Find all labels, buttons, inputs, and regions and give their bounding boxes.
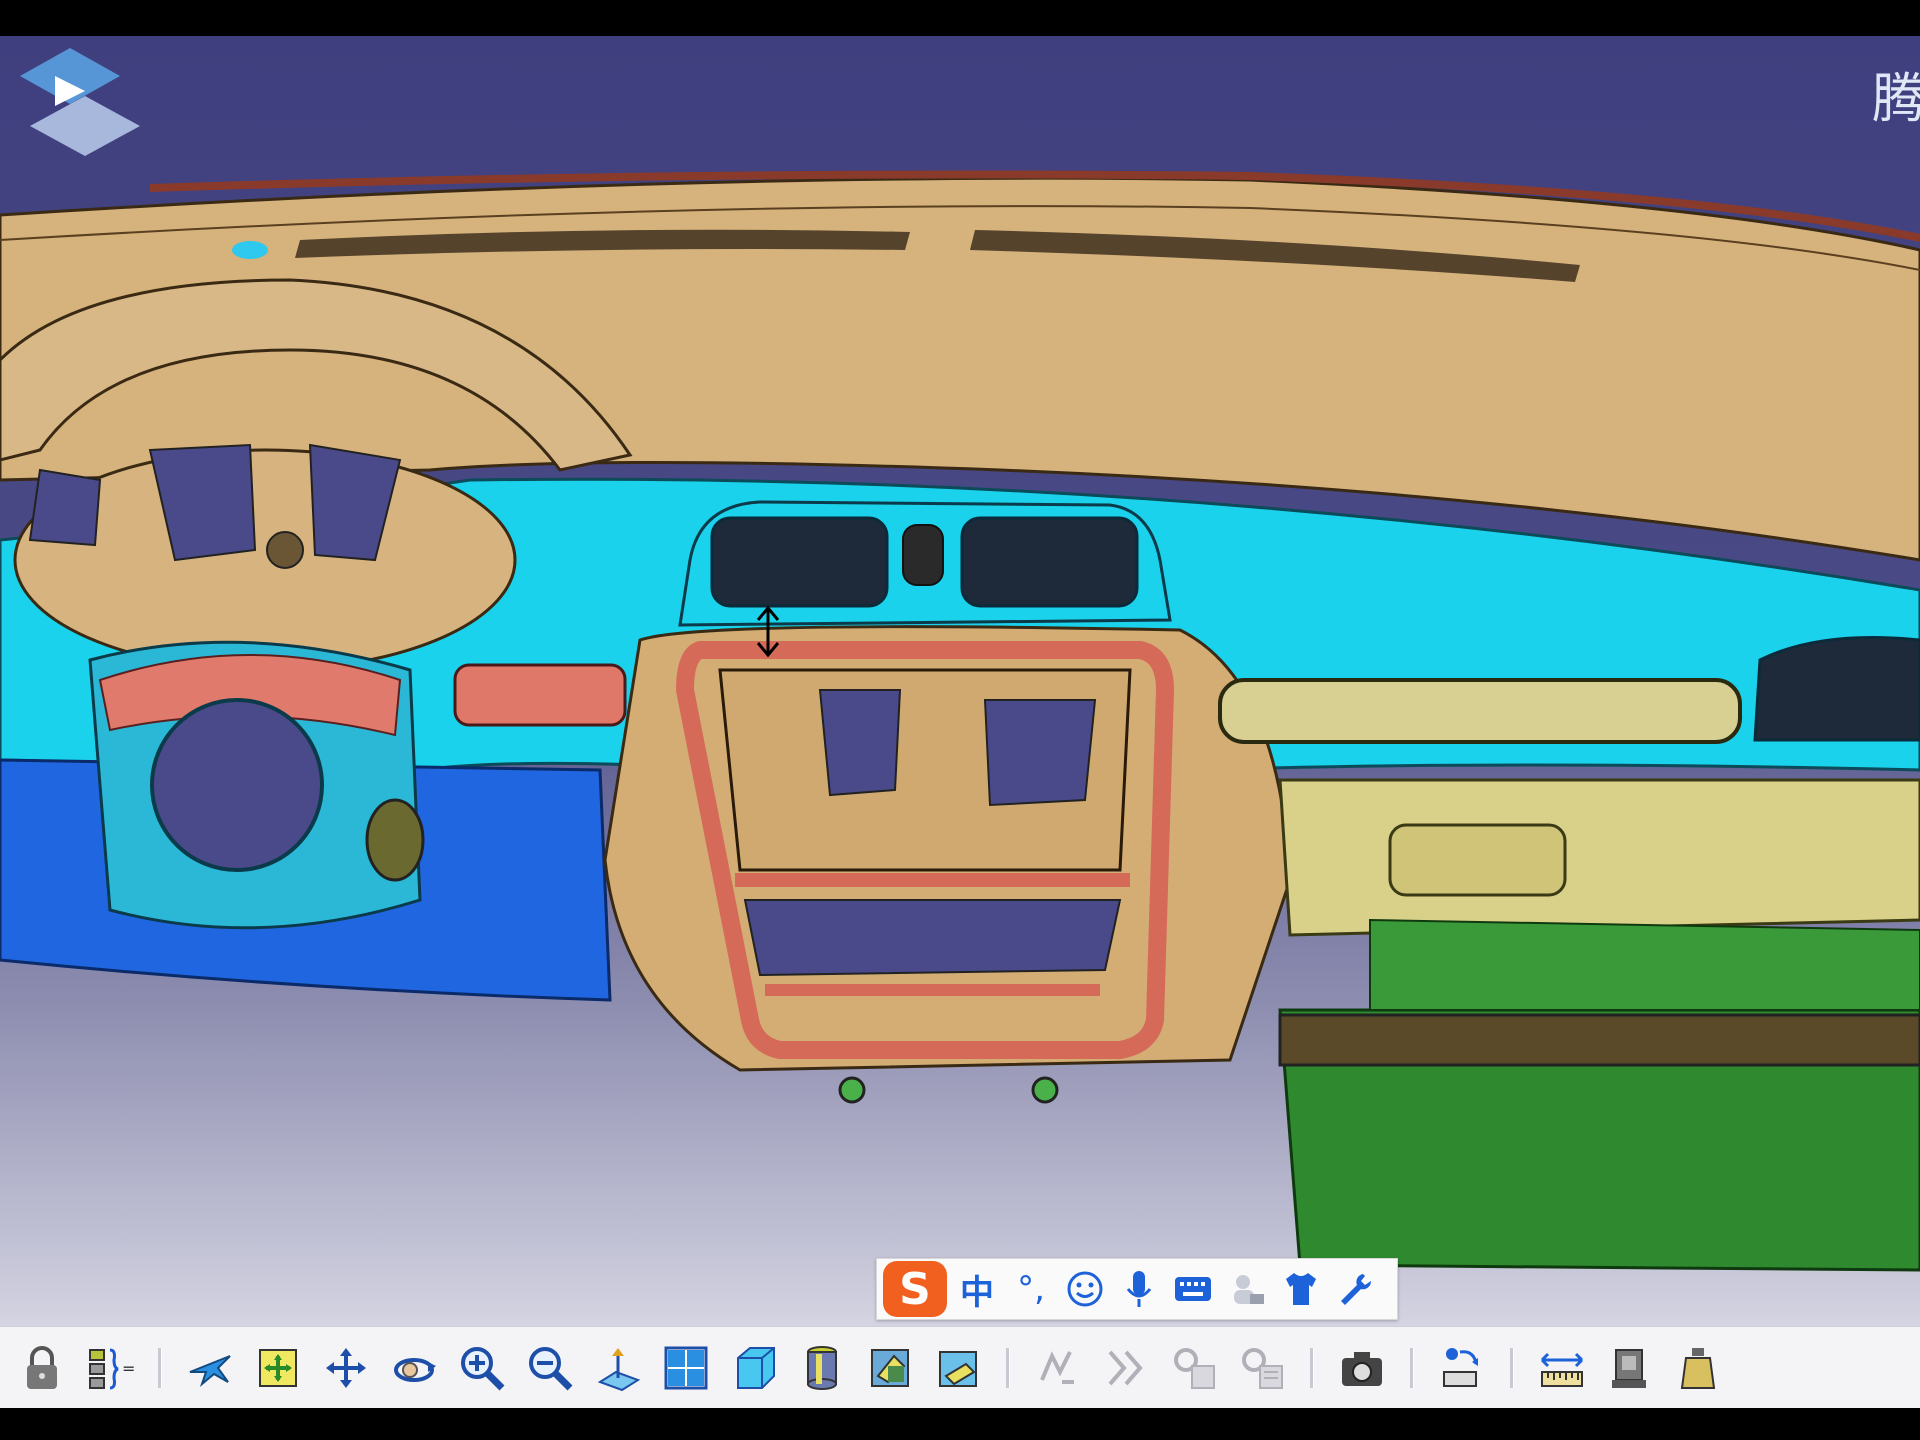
emoji-icon[interactable]: [1061, 1264, 1109, 1314]
ime-toolbar[interactable]: S 中 °,: [876, 1258, 1398, 1320]
microphone-icon[interactable]: [1115, 1264, 1163, 1314]
catalog-2-button[interactable]: [1228, 1333, 1296, 1403]
bottom-bar: [0, 1408, 1920, 1440]
measure-icon: [1443, 1347, 1478, 1387]
arrow-forward-icon: [1108, 1350, 1143, 1385]
toolbar-separator: [1410, 1347, 1414, 1388]
tshirt-icon[interactable]: [1277, 1264, 1325, 1314]
normal-view-button[interactable]: [584, 1333, 652, 1403]
arrow-forward-button[interactable]: [1092, 1333, 1160, 1403]
toolbar-separator: [1510, 1347, 1514, 1388]
fly-mode-icon: [189, 1354, 231, 1387]
toolbar-separator: [1310, 1347, 1314, 1388]
catalog-icon: [1174, 1347, 1215, 1389]
zoom-in-icon: [461, 1346, 505, 1390]
toolbar-separator: [158, 1347, 162, 1388]
lock-button[interactable]: [8, 1333, 76, 1403]
side-vent: [1753, 636, 1920, 742]
fit-all-button[interactable]: [244, 1333, 312, 1403]
dashboard-model: [0, 170, 1920, 1272]
ime-lang-toggle[interactable]: 中: [953, 1264, 1001, 1314]
glovebox-handle: [1388, 823, 1567, 897]
sketch-button[interactable]: [1024, 1333, 1092, 1403]
glovebox: [1278, 778, 1920, 937]
rotate-button[interactable]: [380, 1333, 448, 1403]
normal-view-icon: [597, 1347, 641, 1391]
3d-viewport[interactable]: 腾: [0, 36, 1920, 1326]
watermark-logo-icon: [20, 48, 140, 156]
watermark-logo-text: 腾: [1872, 67, 1920, 130]
shading-icon: [807, 1345, 837, 1390]
rotate-icon: [394, 1357, 436, 1382]
shading-button[interactable]: [788, 1333, 856, 1403]
catalog-button[interactable]: [1160, 1333, 1228, 1403]
lock-icon: [27, 1345, 57, 1389]
measure-inertia-button[interactable]: [1664, 1333, 1732, 1403]
capture-button[interactable]: [1328, 1333, 1396, 1403]
measure-button[interactable]: [1428, 1333, 1496, 1403]
iso-view-button[interactable]: [720, 1333, 788, 1403]
steering-opening: [150, 698, 324, 872]
capture-icon: [1342, 1351, 1382, 1386]
measure-item-icon: [1612, 1348, 1646, 1388]
iso-view-icon: [737, 1346, 775, 1389]
pan-icon: [326, 1347, 366, 1388]
hide-show-button[interactable]: [856, 1333, 924, 1403]
swap-space-button[interactable]: [924, 1333, 992, 1403]
measure-between-button[interactable]: [1528, 1333, 1596, 1403]
keyboard-icon[interactable]: [1169, 1264, 1217, 1314]
ime-logo[interactable]: S: [883, 1261, 947, 1317]
toolbar-separator: [1006, 1347, 1010, 1388]
formula-button[interactable]: =: [76, 1333, 144, 1403]
wrench-icon[interactable]: [1331, 1264, 1379, 1314]
center-vent-right: [960, 516, 1139, 608]
fit-all-icon: [259, 1348, 297, 1387]
zoom-in-button[interactable]: [448, 1333, 516, 1403]
view-toolbar: =: [0, 1326, 1920, 1408]
zoom-out-icon: [529, 1346, 573, 1390]
hide-show-icon: [871, 1348, 909, 1387]
measure-inertia-icon: [1680, 1347, 1716, 1389]
skin-icon[interactable]: [1223, 1264, 1271, 1314]
multi-view-button[interactable]: [652, 1333, 720, 1403]
salmon-switch: [453, 663, 627, 727]
pan-button[interactable]: [312, 1333, 380, 1403]
measure-between-icon: [1540, 1352, 1584, 1387]
center-vent-left: [710, 516, 889, 608]
ime-punct-toggle[interactable]: °,: [1007, 1264, 1055, 1314]
passenger-trim: [1218, 678, 1742, 744]
fly-mode-button[interactable]: [176, 1333, 244, 1403]
zoom-out-button[interactable]: [516, 1333, 584, 1403]
swap-space-icon: [939, 1350, 977, 1387]
multi-view-icon: [664, 1346, 708, 1389]
svg-text:=: =: [122, 1359, 135, 1378]
catia-screen: 腾 S 中 °, =: [0, 0, 1920, 1440]
formula-icon: =: [89, 1348, 135, 1389]
sketch-icon: [1040, 1350, 1074, 1384]
measure-item-button[interactable]: [1596, 1333, 1664, 1403]
catalog-2-icon: [1242, 1347, 1283, 1389]
sensor-dot: [232, 241, 268, 259]
